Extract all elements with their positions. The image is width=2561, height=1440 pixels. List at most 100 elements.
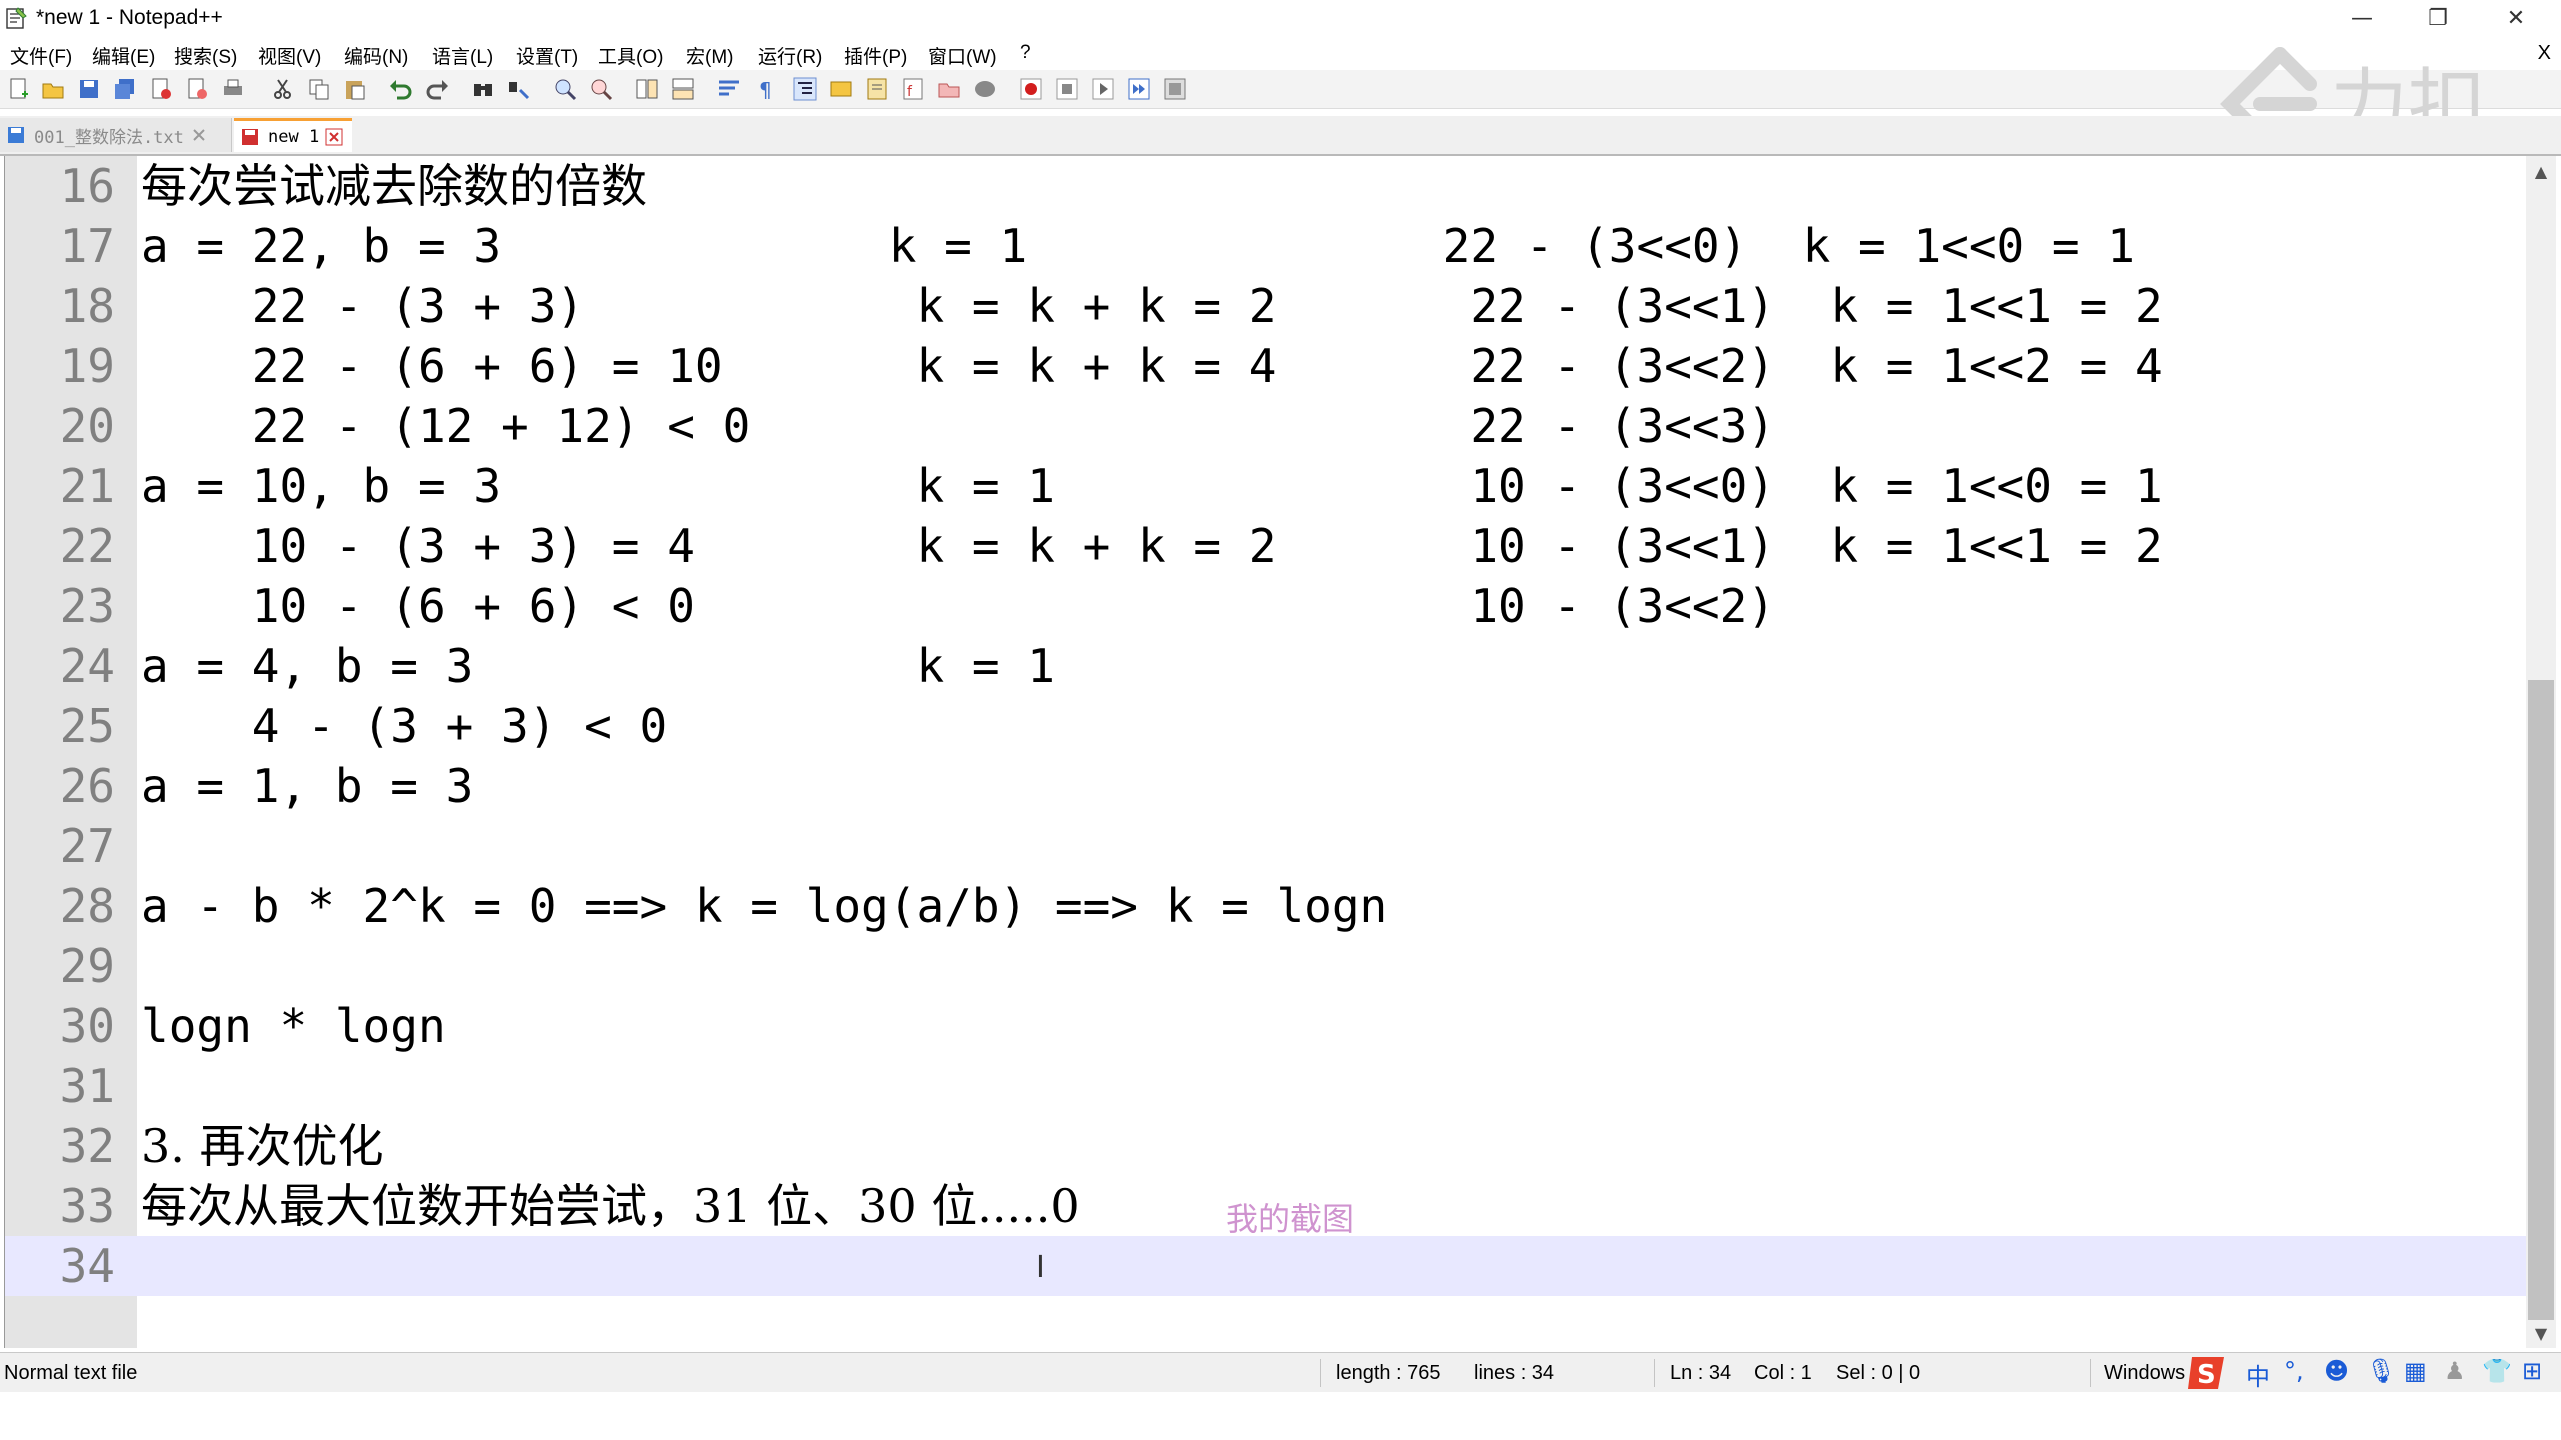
menu-file[interactable]: 文件(F)	[10, 42, 72, 69]
editor-line[interactable]: 26 a = 1, b = 3	[5, 756, 2527, 816]
menu-tools[interactable]: 工具(O)	[598, 42, 663, 69]
unsaved-file-icon	[242, 128, 258, 145]
minimize-button[interactable]: —	[2324, 0, 2400, 36]
undo-icon[interactable]	[388, 76, 414, 102]
menu-run[interactable]: 运行(R)	[758, 42, 822, 69]
editor-line[interactable]: 23 10 - (6 + 6) < 0 10 - (3<<2)	[5, 576, 2527, 636]
minimize-icon: —	[2351, 5, 2373, 31]
ibeam-cursor-icon: I	[1036, 1250, 1045, 1285]
editor-line[interactable]: 29	[5, 936, 2527, 996]
editor-line[interactable]: 19 22 - (6 + 6) = 10 k = k + k = 4 22 - …	[5, 336, 2527, 396]
menu-window[interactable]: 窗口(W)	[928, 42, 997, 69]
doc-map-icon[interactable]	[864, 76, 890, 102]
close-file-icon[interactable]	[148, 76, 174, 102]
sync-v-icon[interactable]	[634, 76, 660, 102]
copy-icon[interactable]	[306, 76, 332, 102]
editor-line[interactable]: 20 22 - (12 + 12) < 0 22 - (3<<3)	[5, 396, 2527, 456]
tab-001-integer-division[interactable]: 001_整数除法.txt	[0, 118, 232, 152]
editor-line[interactable]: 30 logn * logn	[5, 996, 2527, 1056]
open-file-icon[interactable]	[40, 76, 66, 102]
show-all-chars-icon[interactable]: ¶	[752, 76, 778, 102]
zoom-in-icon[interactable]	[552, 76, 578, 102]
editor-line[interactable]: 18 22 - (3 + 3) k = k + k = 2 22 - (3<<1…	[5, 276, 2527, 336]
text-editor[interactable]: 16 每次尝试减去除数的倍数 17 a = 22, b = 3 k = 1 22 - …	[4, 156, 2527, 1348]
record-macro-icon[interactable]	[1018, 76, 1044, 102]
sync-h-icon[interactable]	[670, 76, 696, 102]
editor-line[interactable]: 21 a = 10, b = 3 k = 1 10 - (3<<0) k = 1<…	[5, 456, 2527, 516]
editor-line[interactable]: 22 10 - (3 + 3) = 4 k = k + k = 2 10 - (…	[5, 516, 2527, 576]
function-list-icon[interactable]: f	[900, 76, 926, 102]
line-number: 19	[59, 339, 115, 393]
toolbox-icon[interactable]: ⊞	[2522, 1357, 2542, 1385]
save-all-icon[interactable]	[112, 76, 138, 102]
line-number: 22	[59, 519, 115, 573]
menu-search[interactable]: 搜索(S)	[174, 42, 237, 69]
close-document-button[interactable]: X	[2538, 42, 2551, 65]
sogou-ime-icon[interactable]: S	[2186, 1353, 2230, 1393]
tab-new-1[interactable]: new 1	[234, 118, 352, 152]
line-text: 每次尝试减去除数的倍数	[141, 159, 647, 213]
redo-icon[interactable]	[424, 76, 450, 102]
line-number: 25	[59, 699, 115, 753]
paste-icon[interactable]	[342, 76, 368, 102]
ime-mode-toggle[interactable]: 中	[2246, 1357, 2270, 1392]
find-icon[interactable]	[470, 76, 496, 102]
editor-line[interactable]: 34	[5, 1236, 2527, 1296]
save-macro-icon[interactable]	[1162, 76, 1188, 102]
line-number: 33	[59, 1179, 115, 1233]
zoom-out-icon[interactable]	[588, 76, 614, 102]
indent-guide-icon[interactable]	[792, 76, 818, 102]
monitor-icon[interactable]	[972, 76, 998, 102]
editor-line[interactable]: 31	[5, 1056, 2527, 1116]
menu-language[interactable]: 语言(L)	[432, 42, 493, 69]
svg-text:S: S	[2197, 1360, 2216, 1390]
scrollbar-thumb[interactable]	[2528, 680, 2554, 1320]
line-number: 28	[59, 879, 115, 933]
editor-line[interactable]: 17 a = 22, b = 3 k = 1 22 - (3<<0) k = 1<…	[5, 216, 2527, 276]
new-file-icon[interactable]	[6, 76, 32, 102]
ime-punctuation-toggle[interactable]: °,	[2284, 1357, 2304, 1385]
udl-icon[interactable]	[828, 76, 854, 102]
eol-format-label[interactable]: Windows	[2104, 1362, 2185, 1385]
editor-line[interactable]: 25 4 - (3 + 3) < 0	[5, 696, 2527, 756]
scroll-up-arrow-icon[interactable]: ▲	[2526, 156, 2556, 186]
keyboard-icon[interactable]: ▦	[2404, 1357, 2427, 1385]
editor-line[interactable]: 27	[5, 816, 2527, 876]
line-text: a = 4, b = 3 k = 1	[141, 639, 1055, 693]
user-icon[interactable]: ♟	[2444, 1357, 2466, 1385]
line-number: 26	[59, 759, 115, 813]
print-icon[interactable]	[220, 76, 246, 102]
menu-encoding[interactable]: 编码(N)	[344, 42, 408, 69]
scroll-down-arrow-icon[interactable]: ▼	[2526, 1318, 2556, 1348]
close-all-icon[interactable]	[184, 76, 210, 102]
menu-macro[interactable]: 宏(M)	[686, 42, 733, 69]
replace-icon[interactable]	[506, 76, 532, 102]
menu-plugins[interactable]: 插件(P)	[844, 42, 907, 69]
editor-line[interactable]: 28 a - b * 2^k = 0 ==> k = log(a/b) ==> k…	[5, 876, 2527, 936]
run-macro-multiple-icon[interactable]	[1126, 76, 1152, 102]
folder-workspace-icon[interactable]	[936, 76, 962, 102]
selection-label: Sel : 0 | 0	[1836, 1362, 1921, 1384]
emoji-icon[interactable]: ☻	[2324, 1357, 2349, 1385]
editor-line[interactable]: 24 a = 4, b = 3 k = 1	[5, 636, 2527, 696]
menu-help[interactable]: ?	[1020, 42, 1031, 64]
close-tab-icon[interactable]	[190, 126, 208, 144]
save-icon[interactable]	[76, 76, 102, 102]
microphone-icon[interactable]: 🎙	[2366, 1357, 2396, 1385]
word-wrap-icon[interactable]	[716, 76, 742, 102]
restore-button[interactable]: ❐	[2400, 0, 2476, 36]
skin-icon[interactable]: 👕	[2482, 1357, 2512, 1385]
stop-record-icon[interactable]	[1054, 76, 1080, 102]
menu-view[interactable]: 视图(V)	[258, 42, 321, 69]
cut-icon[interactable]	[270, 76, 296, 102]
close-window-button[interactable]: ✕	[2478, 0, 2554, 36]
line-text: 3. 再次优化	[141, 1119, 384, 1173]
editor-line[interactable]: 16 每次尝试减去除数的倍数	[5, 156, 2527, 216]
file-type-label: Normal text file	[4, 1362, 138, 1384]
editor-line[interactable]: 32 3. 再次优化	[5, 1116, 2527, 1176]
ime-overlay-text: 我的截图	[1226, 1200, 1355, 1238]
play-macro-icon[interactable]	[1090, 76, 1116, 102]
close-tab-icon[interactable]	[325, 128, 343, 146]
menu-edit[interactable]: 编辑(E)	[92, 42, 155, 69]
menu-settings[interactable]: 设置(T)	[516, 42, 578, 69]
